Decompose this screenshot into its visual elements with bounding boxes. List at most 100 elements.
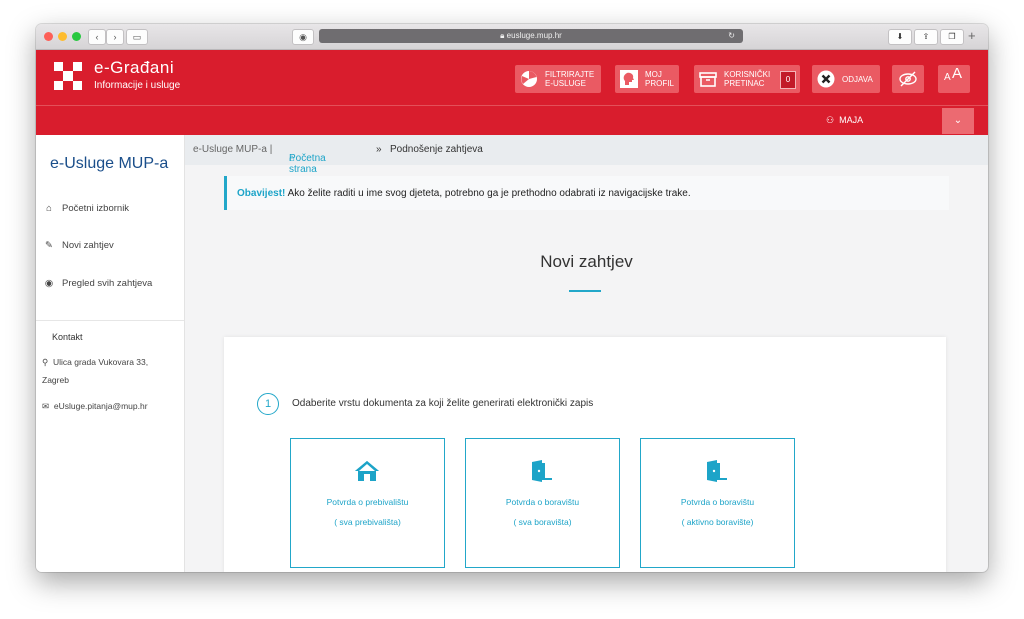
new-tab-button[interactable]: + xyxy=(968,28,976,43)
brand-subtitle: Informacije i usluge xyxy=(94,80,181,91)
close-window-button[interactable] xyxy=(44,32,53,41)
address-line-2: Zagreb xyxy=(42,375,69,385)
inbox-label-1: KORISNIČKI xyxy=(724,70,771,79)
sidebar-toggle-button[interactable]: ▭ xyxy=(126,29,148,45)
browser-toolbar: ‹ › ▭ ◉ 🔒︎ eusluge.mup.hr ↻ ⬇ ⇪ ❐ + xyxy=(36,24,988,50)
downloads-button[interactable]: ⬇ xyxy=(888,29,912,45)
sidebar-divider xyxy=(36,320,184,321)
notice-label: Obavijest! xyxy=(237,188,286,199)
sidebar-item-home[interactable]: ⌂ Početni izbornik xyxy=(42,203,129,214)
sidebar: e-Usluge MUP-a ⌂ Početni izbornik ✎ Novi z… xyxy=(36,135,185,572)
breadcrumb: e-Usluge MUP-a | ⌂ Početna strana » Podn… xyxy=(185,135,988,175)
eye-icon: ◉ xyxy=(44,278,54,289)
address-line-1: Ulica grada Vukovara 33, xyxy=(52,357,149,367)
filter-label-1: FILTRIRAJTE xyxy=(545,70,595,79)
font-size-button[interactable]: A A xyxy=(938,65,970,93)
user-dropdown-button[interactable]: ⌄ xyxy=(942,108,974,134)
accessibility-toggle-button[interactable] xyxy=(892,65,924,93)
user-bar: ⚇ MAJA ⌄ xyxy=(36,105,988,136)
notice-alert: Obavijest! Ako želite raditi u ime svog … xyxy=(224,176,949,210)
home-icon: ⌂ xyxy=(46,203,52,214)
user-name: MAJA xyxy=(839,115,864,125)
back-button[interactable]: ‹ xyxy=(88,29,106,45)
share-icon: ⇪ xyxy=(922,32,930,41)
site-header: e-Građani Informacije i usluge FILTRIRAJ… xyxy=(36,50,988,105)
sidebar-item-label: Pregled svih zahtjeva xyxy=(62,278,153,289)
sidebar-item-new-request[interactable]: ✎ Novi zahtjev xyxy=(42,240,114,251)
profile-head-icon xyxy=(620,70,638,88)
brand-title[interactable]: e-Građani xyxy=(94,58,174,78)
shield-icon: ◉ xyxy=(299,32,307,42)
option-subtitle: ( aktivno boravište) xyxy=(681,517,754,527)
chevron-left-icon: ‹ xyxy=(95,32,99,42)
title-underline xyxy=(569,290,601,292)
edit-icon: ✎ xyxy=(45,240,53,251)
option-stay-active[interactable]: Potvrda o boravištu ( aktivno boravište) xyxy=(640,438,795,568)
privacy-button[interactable]: ◉ xyxy=(292,29,314,45)
lock-icon: 🔒︎ xyxy=(500,31,505,40)
filter-label-2: E-USLUGE xyxy=(545,79,586,88)
chevron-down-icon: ⌄ xyxy=(953,115,963,126)
option-residence-all[interactable]: Potvrda o prebivalištu ( sva prebivališt… xyxy=(290,438,445,568)
archive-box-icon xyxy=(699,72,717,87)
breadcrumb-root[interactable]: e-Usluge MUP-a | xyxy=(193,144,272,155)
notice-text: Ako želite raditi u ime svog djeteta, po… xyxy=(287,188,691,199)
tabs-icon: ❐ xyxy=(948,32,956,41)
logout-button[interactable]: ODJAVA xyxy=(812,65,880,93)
plus-icon: + xyxy=(968,28,976,43)
user-icon: ⚇ xyxy=(826,115,835,125)
sidebar-icon: ▭ xyxy=(132,32,142,42)
option-title: Potvrda o prebivalištu xyxy=(326,497,409,507)
option-subtitle: ( sva prebivališta) xyxy=(334,517,401,527)
step-instruction: Odaberite vrstu dokumenta za koji želite… xyxy=(292,398,594,409)
user-inbox-button[interactable]: KORISNIČKI PRETINAC 0 xyxy=(694,65,800,93)
logout-label: ODJAVA xyxy=(842,75,873,84)
option-title: Potvrda o boravištu xyxy=(505,497,580,507)
inbox-count-badge: 0 xyxy=(780,71,796,89)
option-subtitle: ( sva boravišta) xyxy=(513,517,572,527)
font-size-large-a: A xyxy=(952,65,963,82)
envelope-icon: ✉ xyxy=(42,401,50,411)
inbox-label-2: PRETINAC xyxy=(724,79,765,88)
chevron-right-icon: › xyxy=(113,32,117,42)
url-text: eusluge.mup.hr xyxy=(506,31,562,40)
address-bar[interactable]: 🔒︎ eusluge.mup.hr ↻ xyxy=(319,29,743,43)
door-icon xyxy=(532,460,552,482)
map-marker-icon: ⚲ xyxy=(42,357,49,367)
sidebar-item-label: Početni izbornik xyxy=(62,203,130,214)
house-icon xyxy=(355,461,379,481)
page-title: Novi zahtjev xyxy=(540,252,633,271)
my-profile-button[interactable]: MOJ PROFIL xyxy=(615,65,679,93)
contact-heading: Kontakt xyxy=(52,332,83,342)
contact-address: ⚲ Ulica grada Vukovara 33, Zagreb xyxy=(42,353,148,389)
email-link[interactable]: eUsluge.pitanja@mup.hr xyxy=(54,401,148,411)
minimize-window-button[interactable] xyxy=(58,32,67,41)
step-number: 1 xyxy=(257,393,279,415)
profile-label-2: PROFIL xyxy=(645,79,674,88)
filter-services-button[interactable]: FILTRIRAJTE E-USLUGE xyxy=(515,65,601,93)
font-size-small-a: A xyxy=(944,72,951,83)
option-stay-all[interactable]: Potvrda o boravištu ( sva boravišta) xyxy=(465,438,620,568)
forward-button[interactable]: › xyxy=(106,29,124,45)
sidebar-item-all-requests[interactable]: ◉ Pregled svih zahtjeva xyxy=(42,278,152,289)
close-circle-icon xyxy=(817,70,835,88)
user-menu[interactable]: ⚇ MAJA xyxy=(826,115,863,126)
croatian-checkerboard-logo[interactable] xyxy=(54,62,82,90)
maximize-window-button[interactable] xyxy=(72,32,81,41)
sidebar-title: e-Usluge MUP-a xyxy=(50,155,169,172)
reload-icon[interactable]: ↻ xyxy=(728,29,735,43)
document-selection-card: 1 Odaberite vrstu dokumenta za koji želi… xyxy=(224,337,946,572)
download-icon: ⬇ xyxy=(896,32,904,41)
browser-window: ‹ › ▭ ◉ 🔒︎ eusluge.mup.hr ↻ ⬇ ⇪ ❐ + e-Gr… xyxy=(36,24,988,572)
contact-email[interactable]: ✉ eUsluge.pitanja@mup.hr xyxy=(42,397,148,415)
eye-slash-icon xyxy=(899,71,917,87)
pie-filter-icon xyxy=(521,71,537,87)
door-icon xyxy=(707,460,727,482)
option-title: Potvrda o boravištu xyxy=(680,497,755,507)
breadcrumb-home-label: Početna strana xyxy=(289,153,326,175)
sidebar-item-label: Novi zahtjev xyxy=(62,240,114,251)
tabs-button[interactable]: ❐ xyxy=(940,29,964,45)
breadcrumb-separator: » xyxy=(376,144,382,155)
profile-label-1: MOJ xyxy=(645,70,662,79)
share-button[interactable]: ⇪ xyxy=(914,29,938,45)
